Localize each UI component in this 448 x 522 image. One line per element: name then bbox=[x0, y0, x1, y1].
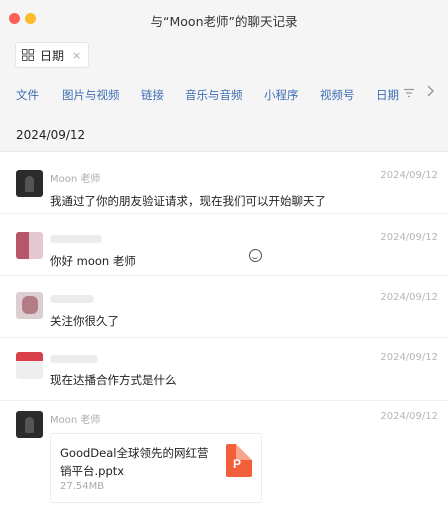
message-time: 2024/09/12 bbox=[380, 352, 438, 363]
file-name: GoodDeal全球领先的网红营销平台.pptx bbox=[60, 446, 209, 478]
date-section-header: 2024/09/12 bbox=[0, 116, 448, 152]
sender-name-obscured bbox=[50, 295, 94, 303]
remove-filter-icon[interactable]: × bbox=[72, 49, 81, 62]
message-row[interactable]: 2024/09/12 现在达播合作方式是什么 bbox=[0, 339, 448, 401]
window-title: 与“Moon老师”的聊天记录 bbox=[150, 14, 298, 29]
tab-links[interactable]: 链接 bbox=[141, 87, 164, 103]
avatar[interactable] bbox=[16, 411, 43, 438]
message-row[interactable]: 2024/09/12 关注你很久了 bbox=[0, 277, 448, 338]
filter-icon[interactable] bbox=[404, 88, 414, 98]
message-row[interactable]: 2024/09/12 你好 moon 老师 bbox=[0, 215, 448, 276]
file-size: 27.54MB bbox=[60, 481, 105, 492]
title-bar: 与“Moon老师”的聊天记录 bbox=[0, 0, 448, 38]
tab-mini-programs[interactable]: 小程序 bbox=[264, 87, 299, 103]
message-time: 2024/09/12 bbox=[380, 170, 438, 181]
tab-date[interactable]: 日期 bbox=[376, 87, 399, 103]
date-filter-chip[interactable]: 日期 × bbox=[15, 42, 89, 68]
sender-name-obscured bbox=[50, 235, 102, 243]
message-time: 2024/09/12 bbox=[380, 232, 438, 243]
tab-music-audio[interactable]: 音乐与音频 bbox=[185, 87, 243, 103]
sender-name-obscured bbox=[50, 355, 98, 363]
avatar[interactable] bbox=[16, 232, 43, 259]
tab-files[interactable]: 文件 bbox=[16, 87, 39, 103]
grid-icon bbox=[22, 49, 34, 61]
smiley-icon bbox=[249, 249, 262, 262]
message-text: 你好 moon 老师 bbox=[50, 254, 136, 268]
tab-images-videos[interactable]: 图片与视频 bbox=[62, 87, 120, 103]
avatar[interactable] bbox=[16, 352, 43, 379]
avatar[interactable] bbox=[16, 292, 43, 319]
message-row[interactable]: Moon 老师 2024/09/12 我通过了你的朋友验证请求，现在我们可以开始… bbox=[0, 153, 448, 214]
message-time: 2024/09/12 bbox=[380, 292, 438, 303]
category-tabs: 文件 图片与视频 链接 音乐与音频 小程序 视频号 日期 bbox=[0, 72, 448, 116]
tab-channels[interactable]: 视频号 bbox=[320, 87, 355, 103]
filter-bar: 日期 × bbox=[0, 38, 448, 72]
chevron-right-icon[interactable] bbox=[427, 85, 435, 97]
file-type-letter: P bbox=[233, 457, 242, 471]
date-section-label: 2024/09/12 bbox=[16, 128, 86, 142]
message-text: 现在达播合作方式是什么 bbox=[50, 373, 177, 387]
message-text: 关注你很久了 bbox=[50, 314, 119, 328]
message-time: 2024/09/12 bbox=[380, 411, 438, 422]
sender-name: Moon 老师 bbox=[50, 415, 101, 426]
file-attachment-card[interactable]: GoodDeal全球领先的网红营销平台.pptx 27.54MB P bbox=[50, 433, 262, 503]
date-filter-label: 日期 bbox=[40, 48, 65, 63]
avatar[interactable] bbox=[16, 170, 43, 197]
message-text: 我通过了你的朋友验证请求，现在我们可以开始聊天了 bbox=[50, 194, 326, 208]
sender-name: Moon 老师 bbox=[50, 174, 101, 185]
ppt-file-icon: P bbox=[226, 444, 252, 477]
